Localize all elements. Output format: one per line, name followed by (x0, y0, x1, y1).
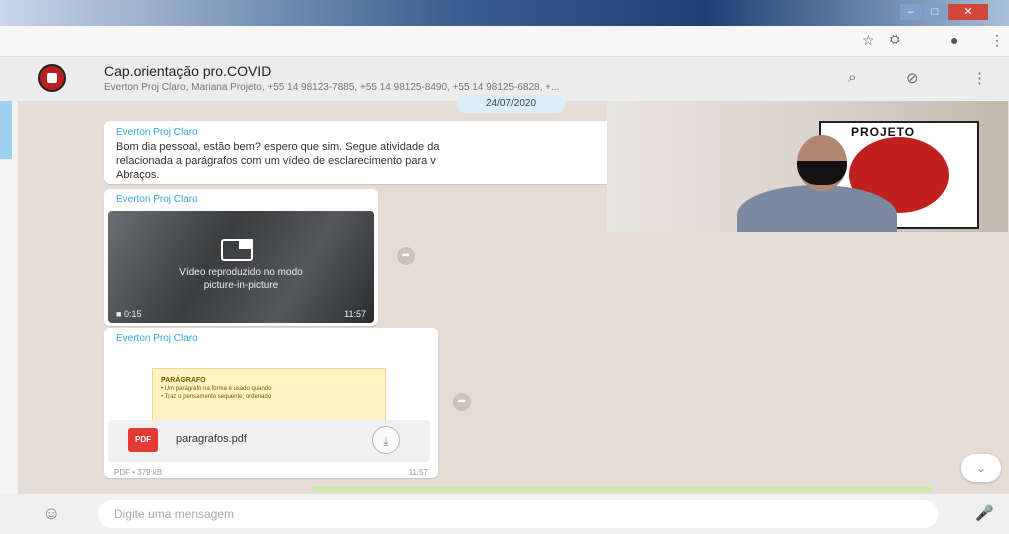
video-caption: Vídeo reproduzido no modo (179, 267, 303, 278)
preview-heading: PARÁGRAFO (161, 377, 206, 384)
file-name[interactable]: paragrafos.pdf (176, 433, 247, 445)
chat-title[interactable]: Cap.orientação pro.COVID (104, 63, 271, 79)
preview-line: • Traz o pensamento sequente; ordenado (161, 394, 272, 400)
video-duration: ■ 0:15 (116, 309, 141, 319)
composer-bar: ☺ 🎤 (0, 494, 1009, 534)
search-icon[interactable]: ⌕ (848, 69, 856, 86)
window-titlebar: – □ ✕ (0, 0, 1009, 26)
new-message-indicator (312, 487, 932, 492)
file-meta: PDF • 379 kB (114, 468, 163, 477)
poster-title: PROJETO (851, 125, 916, 139)
kebab-icon[interactable]: ⋮ (990, 32, 1004, 49)
preview-line: • Um parágrafo na forma é usado quando (161, 386, 272, 392)
forward-icon[interactable]: ➦ (453, 393, 471, 411)
sidebar-edge (0, 101, 19, 494)
message-line: relacionada a parágrafos com um vídeo de… (116, 155, 436, 167)
sidebar-highlight (0, 101, 12, 159)
document-preview[interactable]: PARÁGRAFO • Um parágrafo na forma é usad… (152, 368, 386, 426)
download-button[interactable]: ⤓ (372, 426, 400, 454)
video-camera-icon: ■ (116, 309, 122, 319)
message-sender: Everton Proj Claro (116, 194, 198, 205)
group-avatar[interactable] (38, 64, 66, 92)
picture-in-picture-icon (221, 239, 253, 261)
document-file-row[interactable]: PDF paragrafos.pdf ⤓ (108, 420, 430, 462)
message-bubble[interactable]: Everton Proj Claro Bom dia pessoal, estã… (104, 121, 624, 184)
scroll-down-button[interactable]: ⌄ (961, 454, 1001, 482)
pdf-icon: PDF (128, 428, 158, 452)
message-sender: Everton Proj Claro (116, 127, 198, 138)
message-time: 11:57 (408, 468, 428, 477)
message-sender: Everton Proj Claro (116, 333, 198, 344)
chat-participants[interactable]: Everton Proj Claro, Mariana Projeto, +55… (104, 82, 804, 93)
star-icon[interactable]: ☆ (862, 32, 875, 49)
video-duration-value: 0:15 (123, 309, 142, 319)
video-message[interactable]: Everton Proj Claro Vídeo reproduzido no … (104, 189, 378, 326)
video-time: 11:57 (344, 309, 366, 319)
document-message[interactable]: Everton Proj Claro PARÁGRAFO • Um parágr… (104, 328, 438, 478)
microphone-icon[interactable]: 🎤 (975, 504, 994, 522)
date-divider: 24/07/2020 (457, 95, 565, 113)
message-line: Abraços. (116, 169, 160, 181)
menu-icon[interactable]: ⋮ (972, 69, 987, 87)
emoji-icon[interactable]: ☺ (42, 503, 60, 524)
browser-toolbar: ☆ ⛭ ● ⋮ (0, 26, 1009, 57)
message-input[interactable] (98, 500, 938, 528)
profile-icon[interactable]: ● (950, 32, 958, 48)
extension-icon[interactable]: ⛭ (890, 32, 900, 47)
forward-icon[interactable]: ➦ (397, 247, 415, 265)
message-line: Bom dia pessoal, estão bem? espero que s… (116, 141, 440, 153)
picture-in-picture-window[interactable]: PROJETO (607, 101, 1008, 232)
maximize-button[interactable]: □ (924, 4, 946, 20)
minimize-button[interactable]: – (900, 4, 922, 20)
video-thumbnail[interactable]: Vídeo reproduzido no modo picture-in-pic… (108, 211, 374, 323)
attach-icon[interactable]: ⊘ (906, 69, 919, 87)
close-window-button[interactable]: ✕ (948, 4, 988, 20)
video-caption: picture-in-picture (203, 280, 279, 291)
